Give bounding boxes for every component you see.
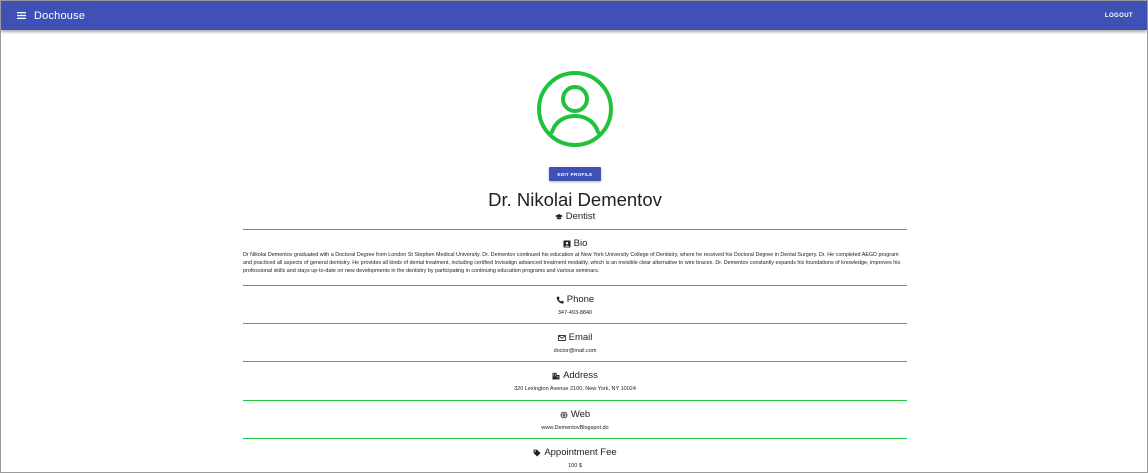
- contact-card-icon: [563, 240, 571, 247]
- app-bar: Dochouse LOGOUT: [1, 1, 1147, 30]
- doctor-name: Dr. Nikolai Dementov: [488, 189, 662, 210]
- email-section: Email doctor@mail.com: [243, 323, 907, 362]
- phone-heading: Phone: [243, 294, 907, 305]
- fee-title: Appointment Fee: [544, 447, 617, 458]
- building-icon: [552, 372, 560, 379]
- bio-title: Bio: [573, 238, 588, 249]
- graduation-cap-icon: [554, 213, 563, 219]
- bio-section: Bio Dr Nikolai Dementov graduated with a…: [243, 229, 907, 285]
- web-heading: Web: [243, 409, 907, 420]
- fee-heading: Appointment Fee: [243, 447, 907, 458]
- email-value: doctor@mail.com: [553, 348, 597, 354]
- menu-icon: [16, 12, 26, 19]
- fee-section: Appointment Fee 100 $: [243, 438, 907, 472]
- email-heading: Email: [243, 332, 907, 343]
- phone-section: Phone 347-493-8840: [243, 285, 907, 324]
- bio-text: Dr Nikolai Dementov graduated with a Doc…: [243, 252, 901, 275]
- web-section: Web www.DementovBlogspot.do: [243, 400, 907, 439]
- phone-icon: [556, 296, 564, 303]
- web-value: www.DementovBlogspot.do: [541, 425, 609, 431]
- app-title: Dochouse: [34, 9, 86, 22]
- app-window: Dochouse LOGOUT EDIT PROFILE Dr. Nikolai…: [0, 0, 1148, 473]
- logout-button[interactable]: LOGOUT: [1105, 13, 1133, 19]
- bio-heading: Bio: [243, 238, 907, 249]
- phone-title: Phone: [566, 294, 595, 305]
- fee-value: 100 $: [568, 463, 582, 469]
- address-section: Address 320 Lexington Avenue 2100, New Y…: [243, 361, 907, 400]
- address-value: 320 Lexington Avenue 2100, New York, NY …: [514, 386, 636, 392]
- web-title: Web: [570, 409, 591, 420]
- email-title: Email: [568, 332, 593, 343]
- specialty-label: Dentist: [565, 211, 596, 222]
- envelope-icon: [557, 334, 566, 341]
- account-circle-icon: [537, 71, 613, 147]
- menu-button[interactable]: [10, 6, 32, 26]
- address-title: Address: [563, 370, 598, 381]
- edit-profile-button[interactable]: EDIT PROFILE: [549, 167, 601, 181]
- specialty-row: Dentist: [243, 211, 907, 222]
- globe-icon: [560, 410, 568, 419]
- phone-value: 347-493-8840: [557, 310, 593, 316]
- price-tag-icon: [533, 449, 541, 456]
- address-heading: Address: [243, 370, 907, 381]
